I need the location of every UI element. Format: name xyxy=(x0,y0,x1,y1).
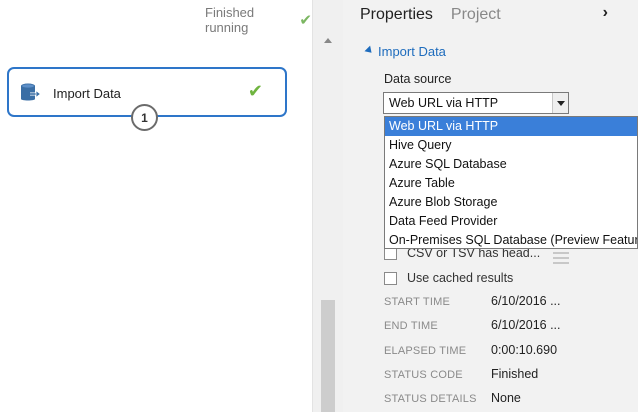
data-source-selected-value: Web URL via HTTP xyxy=(389,96,499,110)
status-details-value: None xyxy=(491,391,521,405)
dropdown-option-web-url[interactable]: Web URL via HTTP xyxy=(385,117,637,136)
dropdown-option-azure-table[interactable]: Azure Table xyxy=(385,174,637,193)
output-port-number: 1 xyxy=(141,110,148,125)
dropdown-option-on-premises-sql[interactable]: On-Premises SQL Database (Preview Featur… xyxy=(385,231,637,248)
database-import-icon xyxy=(21,83,42,101)
scrollbar-thumb[interactable] xyxy=(321,300,335,412)
panel-tabs: Properties Project xyxy=(360,6,501,24)
use-cached-results-checkbox[interactable] xyxy=(384,271,397,285)
dropdown-arrow-icon[interactable] xyxy=(552,93,568,113)
end-time-value: 6/10/2016 ... xyxy=(491,318,561,332)
dropdown-option-hive-query[interactable]: Hive Query xyxy=(385,136,637,155)
dropdown-option-azure-sql[interactable]: Azure SQL Database xyxy=(385,155,637,174)
start-time-value: 6/10/2016 ... xyxy=(491,294,561,308)
module-title: Import Data xyxy=(53,86,121,101)
status-details-label: STATUS DETAILS xyxy=(384,393,477,405)
tab-properties[interactable]: Properties xyxy=(360,6,433,24)
status-code-value: Finished xyxy=(491,367,539,381)
run-status-text: Finished running xyxy=(205,5,255,35)
elapsed-time-label: ELAPSED TIME xyxy=(384,345,467,357)
tab-project[interactable]: Project xyxy=(451,6,501,24)
expand-triangle-icon xyxy=(364,45,375,56)
experiment-canvas[interactable]: Finished running ✔ Import Data ✔ 1 xyxy=(0,0,312,412)
use-cached-results-row[interactable]: Use cached results xyxy=(384,271,513,285)
check-icon: ✔ xyxy=(299,12,312,29)
run-status: Finished running ✔ xyxy=(205,5,312,35)
data-source-select[interactable]: Web URL via HTTP xyxy=(383,92,569,114)
dropdown-option-data-feed[interactable]: Data Feed Provider xyxy=(385,212,637,231)
canvas-vertical-scrollbar[interactable] xyxy=(312,0,343,412)
data-source-dropdown-list[interactable]: Web URL via HTTP Hive Query Azure SQL Da… xyxy=(384,116,638,249)
status-code-label: STATUS CODE xyxy=(384,369,463,381)
scroll-up-arrow-icon[interactable] xyxy=(324,38,332,43)
output-port[interactable]: 1 xyxy=(131,104,158,131)
use-cached-results-label: Use cached results xyxy=(407,271,514,285)
collapse-panel-chevron-icon[interactable]: › xyxy=(603,4,608,22)
elapsed-time-value: 0:00:10.690 xyxy=(491,343,558,357)
parameter-menu-icon[interactable] xyxy=(553,252,569,267)
section-header-import-data[interactable]: Import Data xyxy=(364,44,446,59)
section-title: Import Data xyxy=(378,44,446,59)
end-time-label: END TIME xyxy=(384,320,438,332)
dropdown-option-azure-blob[interactable]: Azure Blob Storage xyxy=(385,193,637,212)
data-source-label: Data source xyxy=(384,72,452,86)
module-status-check-icon: ✔ xyxy=(247,81,263,101)
start-time-label: START TIME xyxy=(384,296,450,308)
